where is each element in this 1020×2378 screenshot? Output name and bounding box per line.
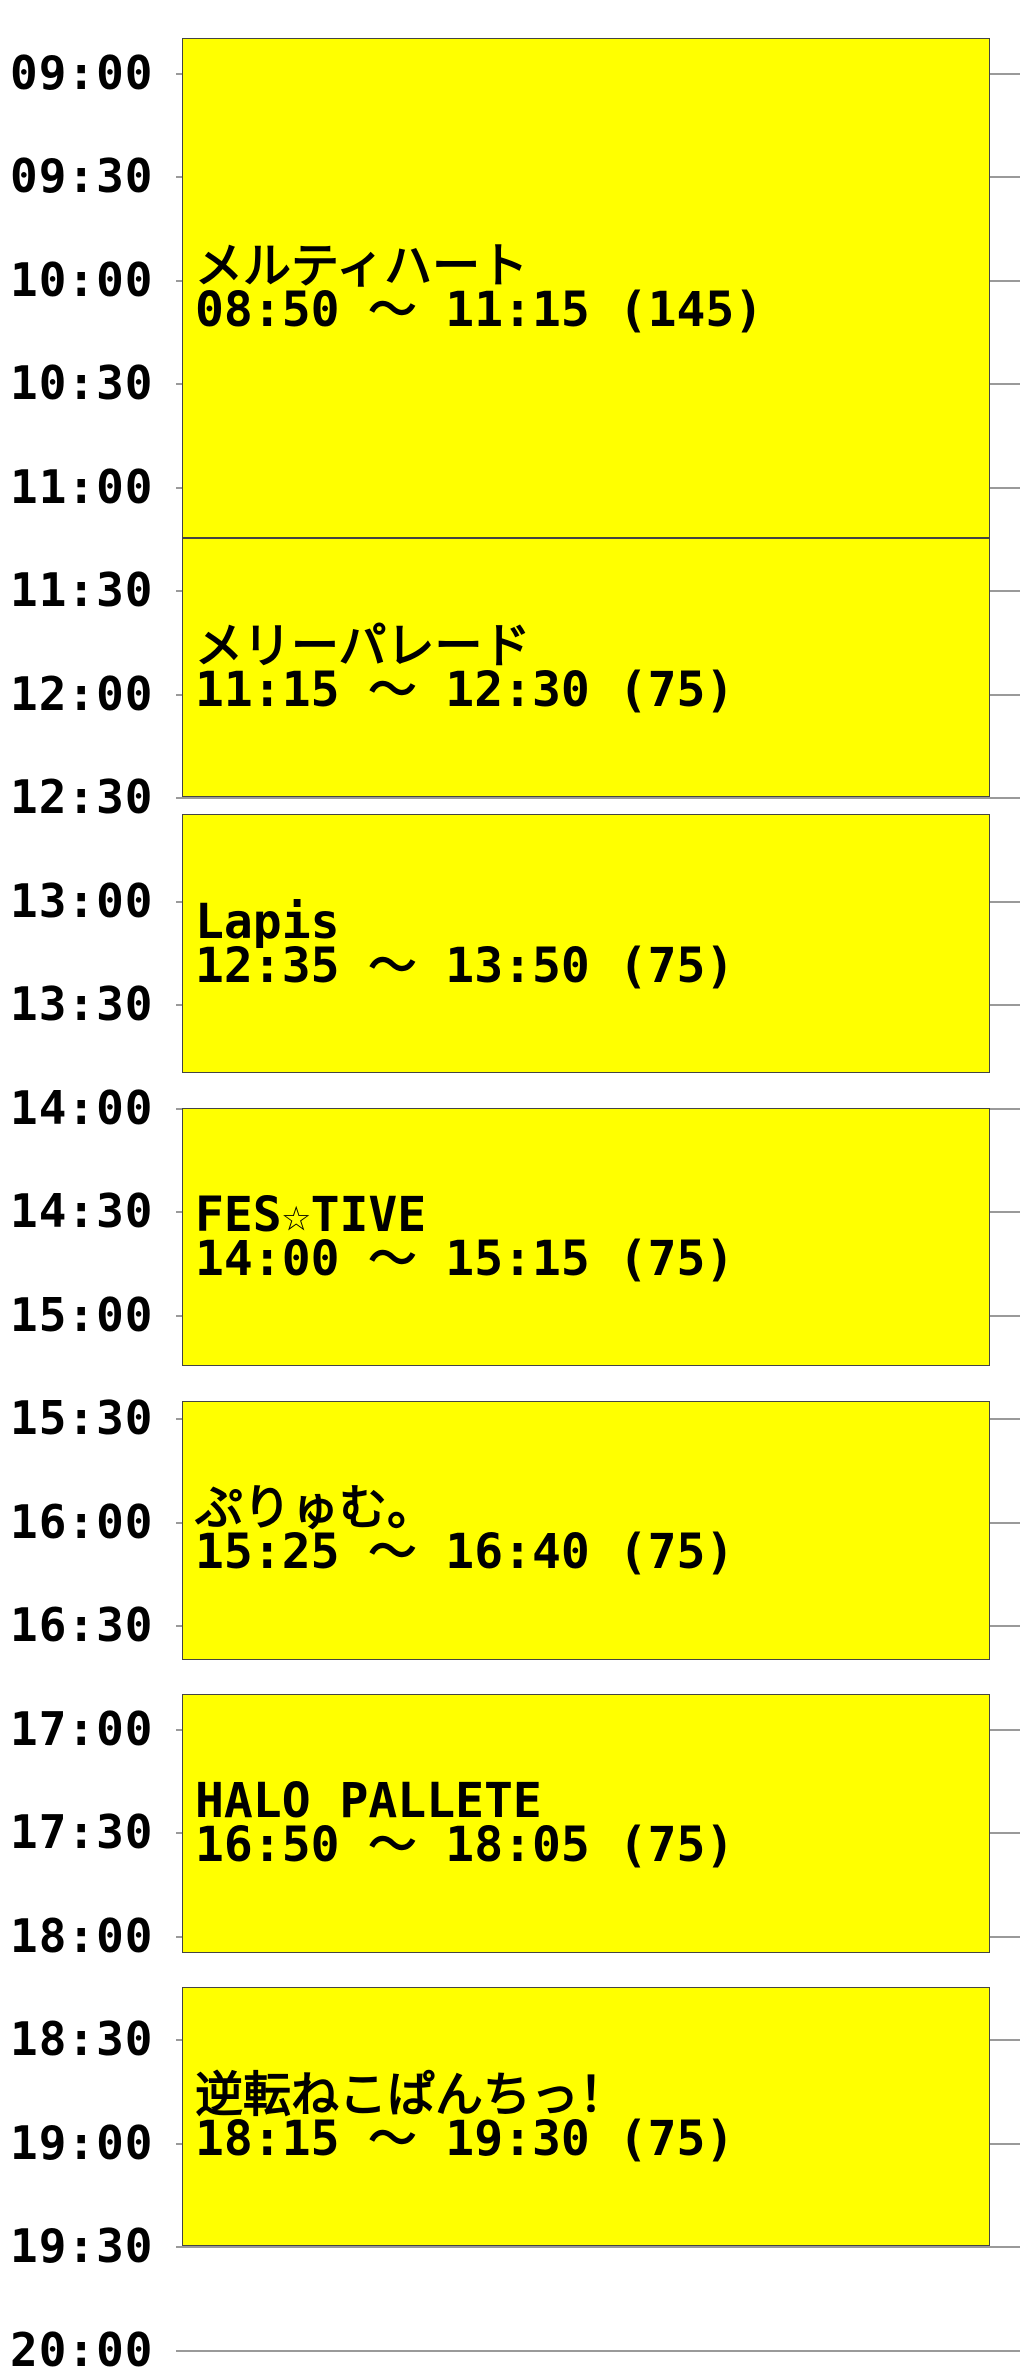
time-label: 17:30: [10, 1805, 154, 1859]
time-label: 12:00: [10, 666, 154, 721]
event-text: Lapis 12:35 ～ 13:50 (75): [195, 898, 735, 994]
time-label: 16:00: [10, 1494, 154, 1549]
event-time-range: 11:15 ～ 12:30 (75): [195, 661, 735, 718]
grid-line: [176, 797, 1020, 799]
time-label: 10:00: [10, 252, 154, 307]
event-text: メリーパレード 11:15 ～ 12:30 (75): [195, 622, 735, 718]
time-label: 14:00: [10, 1080, 154, 1135]
event-time-range: 18:15 ～ 19:30 (75): [195, 2110, 735, 2167]
event-time-range: 14:00 ～ 15:15 (75): [195, 1230, 735, 1287]
time-label: 10:30: [10, 356, 154, 410]
event-time-range: 16:50 ～ 18:05 (75): [195, 1817, 735, 1874]
grid-line: [176, 2349, 1020, 2352]
event-text: 逆転ねこぱんちっ！ 18:15 ～ 19:30 (75): [195, 2071, 735, 2167]
event-block[interactable]: FES☆TIVE 14:00 ～ 15:15 (75): [182, 1107, 990, 1367]
time-label: 17:00: [10, 1701, 154, 1756]
time-label: 20:00: [10, 2322, 154, 2377]
time-label: 11:00: [10, 459, 154, 514]
event-text: メルティハート 08:50 ～ 11:15 (145): [195, 242, 764, 339]
event-block[interactable]: 逆転ねこぱんちっ！ 18:15 ～ 19:30 (75): [182, 1987, 990, 2246]
time-label: 13:00: [10, 873, 154, 928]
time-label: 15:00: [10, 1287, 154, 1342]
time-label: 18:00: [10, 1908, 154, 1963]
time-label: 11:30: [10, 563, 154, 617]
timetable: 08:3009:0009:3010:0010:3011:0011:3012:00…: [0, 0, 1020, 2377]
time-label: 14:30: [10, 1184, 154, 1238]
event-block[interactable]: Lapis 12:35 ～ 13:50 (75): [182, 814, 990, 1073]
time-label: 09:30: [10, 149, 154, 203]
time-label: 15:30: [10, 1391, 154, 1445]
event-block[interactable]: ぷりゅむ。 15:25 ～ 16:40 (75): [182, 1400, 990, 1660]
event-block[interactable]: HALO PALLETE 16:50 ～ 18:05 (75): [182, 1694, 990, 1953]
time-label: 18:30: [10, 2012, 154, 2066]
time-label: 09:00: [10, 45, 154, 100]
event-text: HALO PALLETE 16:50 ～ 18:05 (75): [195, 1777, 735, 1874]
time-label: 12:30: [10, 770, 154, 824]
event-text: ぷりゅむ。 15:25 ～ 16:40 (75): [195, 1484, 735, 1581]
event-time-range: 15:25 ～ 16:40 (75): [195, 1524, 735, 1581]
time-label: 19:00: [10, 2115, 154, 2170]
event-time-range: 08:50 ～ 11:15 (145): [195, 282, 764, 339]
time-label: 13:30: [10, 977, 154, 1031]
event-block[interactable]: メリーパレード 11:15 ～ 12:30 (75): [182, 538, 990, 797]
event-block[interactable]: メルティハート 08:50 ～ 11:15 (145): [182, 38, 990, 539]
time-label: 16:30: [10, 1598, 154, 1652]
time-label: 19:30: [10, 2219, 154, 2273]
event-text: FES☆TIVE 14:00 ～ 15:15 (75): [195, 1191, 735, 1287]
event-time-range: 12:35 ～ 13:50 (75): [195, 937, 735, 994]
grid-line: [176, 2246, 1020, 2248]
